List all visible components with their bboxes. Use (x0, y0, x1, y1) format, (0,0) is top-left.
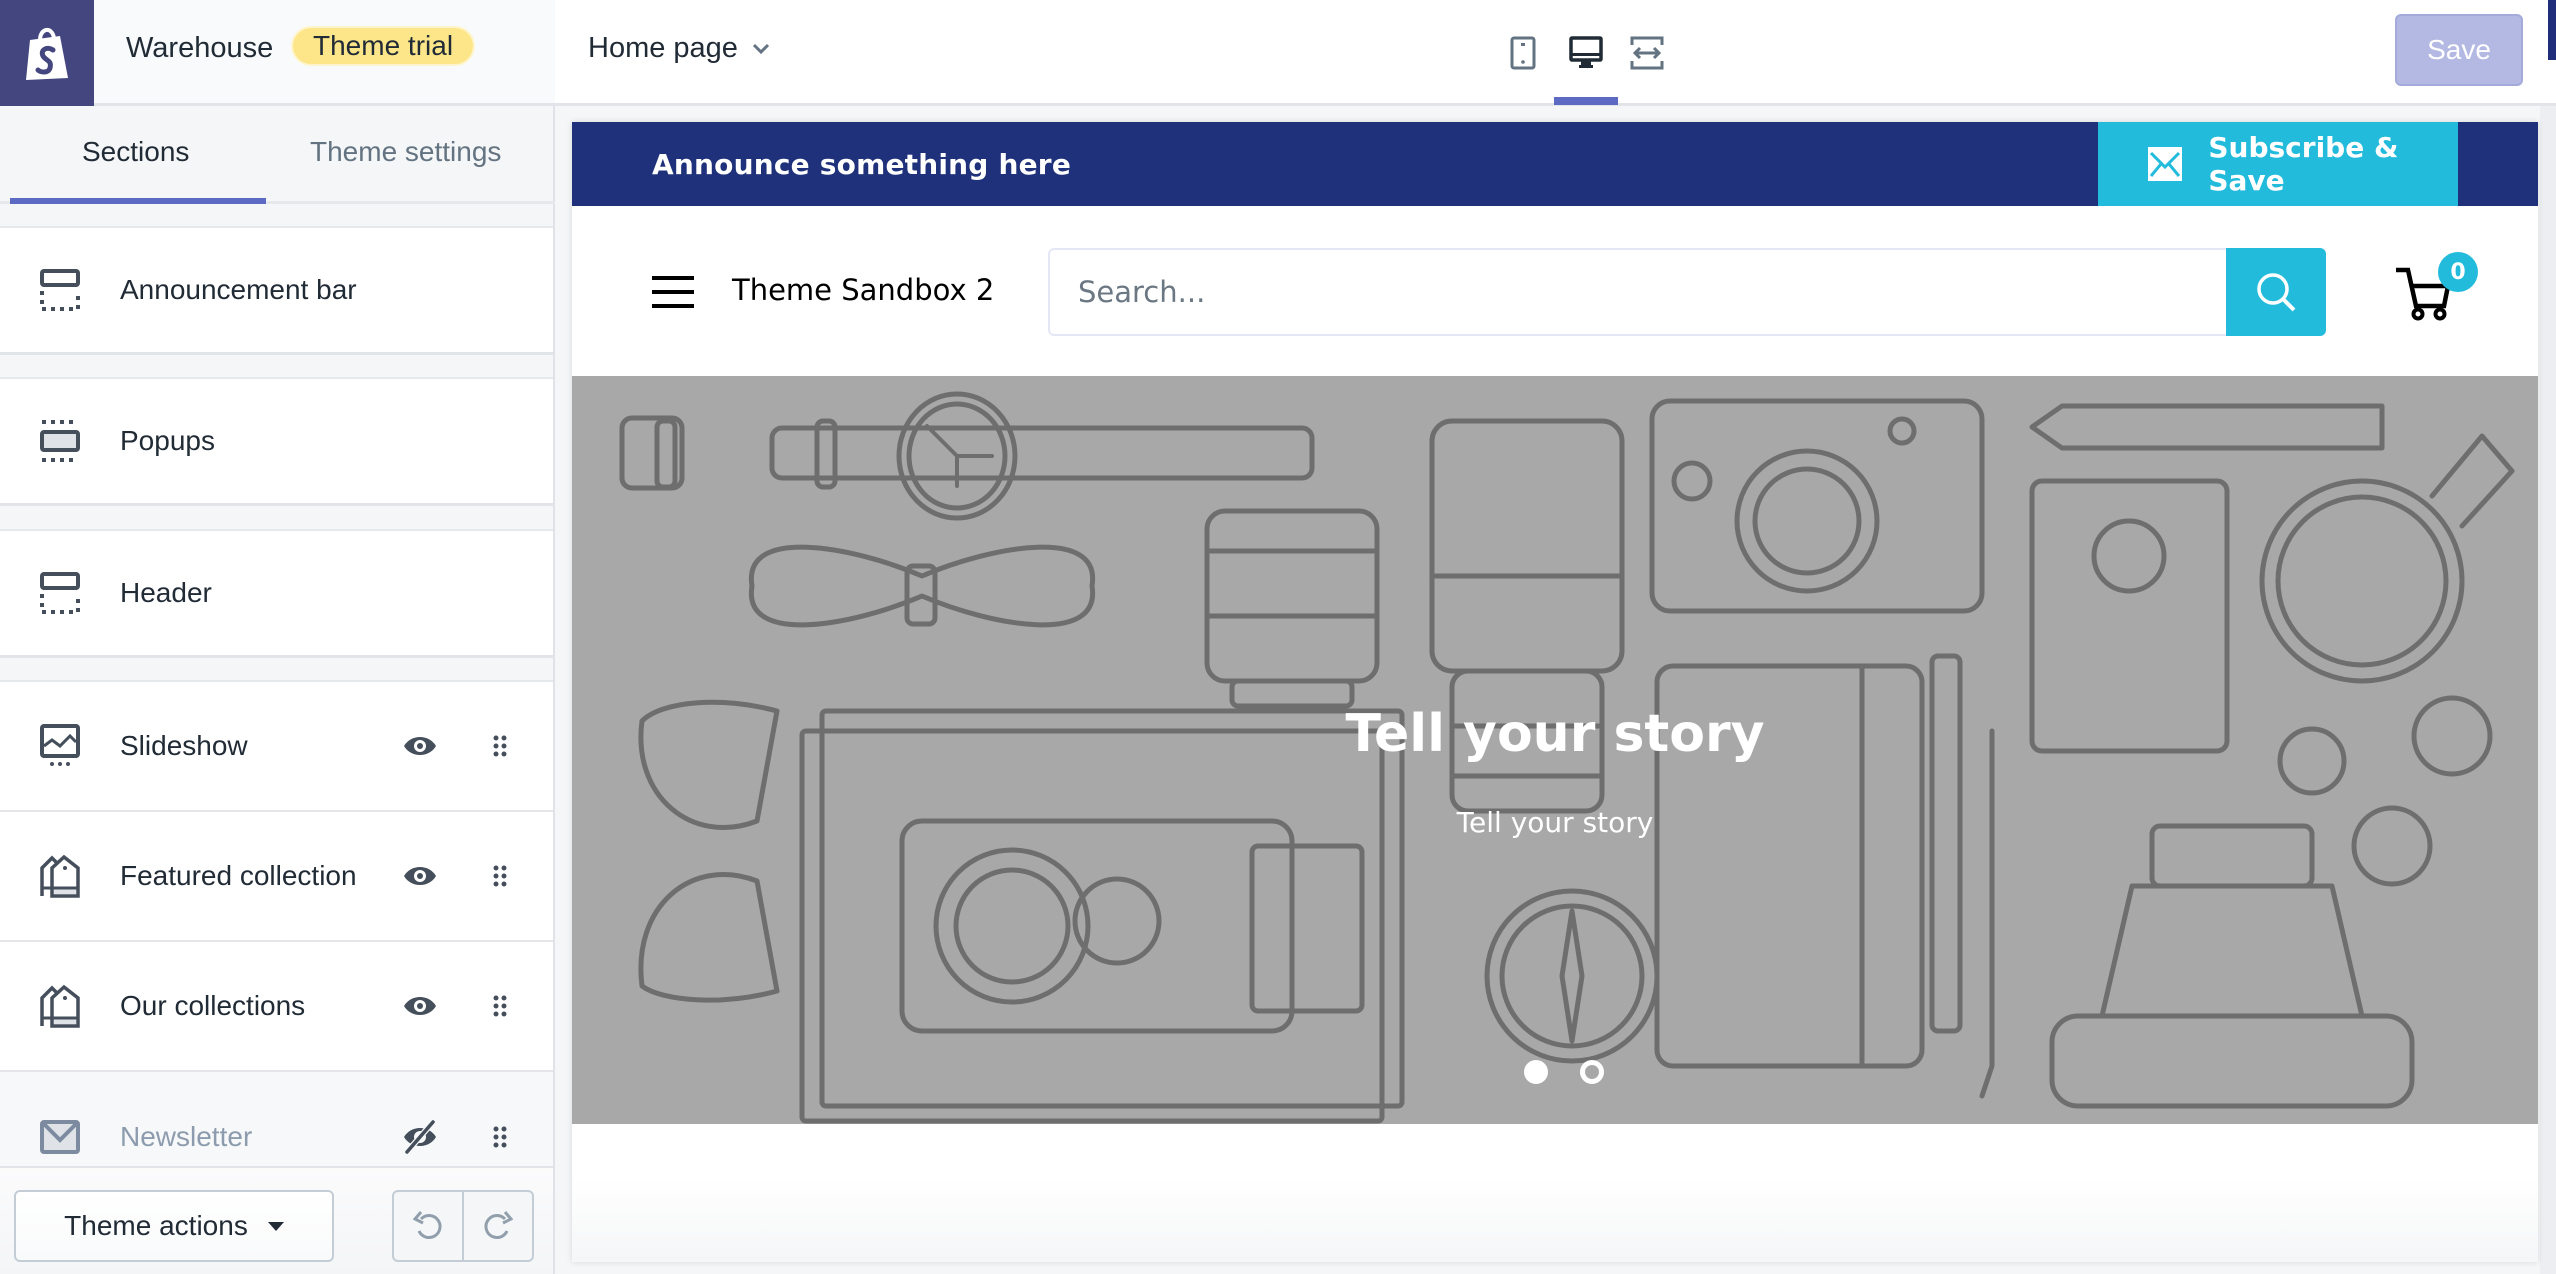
caret-down-icon (267, 1221, 284, 1231)
editor-toolbar: Home page Save (555, 0, 2556, 106)
save-button[interactable]: Save (2395, 14, 2523, 86)
sidebar-topbar: Warehouse Theme trial (0, 0, 555, 106)
desktop-icon (1569, 36, 1603, 68)
section-label: Featured collection (120, 860, 357, 891)
slide-dot-2[interactable] (1580, 1060, 1604, 1084)
envelope-icon (2148, 147, 2183, 181)
section-item-slideshow[interactable]: Slideshow (0, 682, 553, 812)
eye-icon[interactable] (402, 992, 438, 1020)
tab-theme-settings[interactable]: Theme settings (310, 136, 501, 168)
section-label: Header (120, 577, 212, 608)
next-section-area (572, 1124, 2538, 1262)
eye-icon[interactable] (402, 862, 438, 890)
undo-button[interactable] (394, 1192, 462, 1260)
mobile-icon (1510, 36, 1536, 70)
section-group-announcement: Announcement bar (0, 226, 553, 355)
shop-name[interactable]: Theme Sandbox 2 (732, 273, 994, 307)
search-button[interactable] (2226, 248, 2326, 336)
slideshow[interactable]: Tell your story Tell your story (572, 376, 2538, 1124)
drag-handle-icon[interactable] (490, 732, 510, 760)
drag-handle-icon[interactable] (490, 992, 510, 1020)
slideshow-icon (40, 724, 80, 768)
search-field (1048, 248, 2228, 336)
preview-scroll-track[interactable] (2540, 106, 2556, 1274)
theme-actions-button[interactable]: Theme actions (14, 1190, 334, 1262)
eye-icon[interactable] (402, 732, 438, 760)
hamburger-menu-icon[interactable] (652, 276, 694, 308)
collection-icon (40, 984, 80, 1028)
collection-icon (40, 854, 80, 898)
slide-pagination (1524, 1060, 1604, 1084)
window-edge (2548, 0, 2556, 60)
full-width-icon (1630, 36, 1664, 70)
section-item-featured-collection[interactable]: Featured collection (0, 812, 553, 942)
shopify-bag-icon (26, 28, 68, 80)
sidebar-footer: Theme actions (0, 1166, 553, 1274)
theme-trial-badge: Theme trial (291, 26, 476, 66)
header-icon (40, 571, 80, 615)
store-header: Theme Sandbox 2 0 (572, 206, 2538, 376)
announcement-bar: Announce something here Subscribe & Save (572, 122, 2538, 206)
announcement-text: Announce something here (652, 148, 1072, 181)
section-item-announcement-bar[interactable]: Announcement bar (0, 228, 553, 352)
slide-title: Tell your story (1345, 704, 1765, 764)
page-select-dropdown[interactable]: Home page (588, 32, 770, 65)
section-item-popups[interactable]: Popups (0, 379, 553, 503)
undo-icon (413, 1211, 442, 1239)
drag-handle-icon[interactable] (490, 862, 510, 890)
section-group-popups: Popups (0, 377, 553, 506)
device-mobile-button[interactable] (1501, 28, 1545, 78)
slide-dot-1[interactable] (1524, 1060, 1548, 1084)
section-group-header: Header (0, 529, 553, 658)
drag-handle-icon[interactable] (490, 1123, 510, 1151)
section-group-content: Slideshow Featured collection Our collec… (0, 680, 553, 1202)
active-device-indicator (1554, 97, 1618, 105)
section-label: Announcement bar (120, 274, 357, 305)
section-label: Slideshow (120, 730, 248, 761)
redo-button[interactable] (462, 1192, 532, 1260)
mail-icon (40, 1115, 80, 1159)
sidebar: Warehouse Theme trial Sections Theme set… (0, 0, 555, 1274)
page-select-label: Home page (588, 32, 738, 64)
subscribe-label: Subscribe & Save (2208, 131, 2399, 197)
cart-count-badge: 0 (2438, 252, 2478, 292)
chevron-down-icon (752, 43, 769, 54)
section-item-our-collections[interactable]: Our collections (0, 942, 553, 1072)
popup-icon (40, 419, 80, 463)
section-item-header[interactable]: Header (0, 531, 553, 655)
search-icon (2257, 273, 2296, 312)
search-input[interactable] (1050, 250, 2226, 334)
device-fullwidth-button[interactable] (1625, 28, 1669, 78)
announcement-bar-icon (40, 268, 80, 312)
undo-redo-group (392, 1190, 534, 1262)
shopify-logo[interactable] (0, 0, 94, 106)
redo-icon (484, 1211, 513, 1239)
active-tab-indicator (10, 198, 266, 204)
slide-subtitle: Tell your story (1456, 806, 1654, 839)
tab-sections[interactable]: Sections (82, 136, 189, 168)
section-label: Newsletter (120, 1121, 253, 1152)
storefront-preview: Announce something here Subscribe & Save… (572, 122, 2538, 1262)
eye-hidden-icon[interactable] (402, 1120, 438, 1154)
subscribe-button[interactable]: Subscribe & Save (2098, 122, 2458, 206)
section-label: Popups (120, 425, 215, 456)
sidebar-tabs: Sections Theme settings (0, 106, 555, 204)
section-label: Our collections (120, 990, 306, 1021)
device-desktop-button[interactable] (1564, 28, 1608, 78)
theme-actions-label: Theme actions (64, 1210, 248, 1241)
store-name: Warehouse (126, 32, 274, 64)
